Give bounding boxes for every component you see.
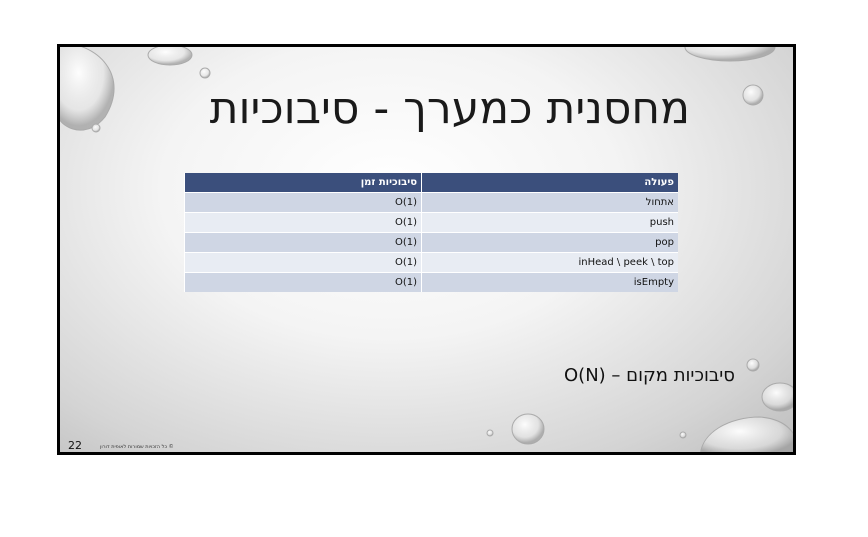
table-row: push O(1)	[184, 212, 678, 233]
drop-bottom-small	[486, 429, 494, 437]
space-complexity-text: סיבוכיות מקום – O(N)	[564, 365, 735, 386]
cell-operation: pop	[421, 232, 678, 253]
drop-right-3	[761, 382, 793, 412]
drop-right-1	[742, 84, 764, 106]
table-row: אתחול O(1)	[184, 192, 678, 213]
cell-operation: אתחול	[421, 192, 678, 213]
drop-bottom-small-2	[679, 431, 687, 439]
table-header-row: פעולה סיבוכיות זמן	[184, 173, 678, 193]
drop-top-left	[60, 47, 115, 131]
table-row: inHead \ peek \ top O(1)	[184, 252, 678, 273]
drop-top-left-small	[147, 47, 193, 66]
table-row: isEmpty O(1)	[184, 272, 678, 292]
cell-complexity: O(1)	[184, 252, 422, 273]
cell-operation: push	[421, 212, 678, 233]
cell-operation: inHead \ peek \ top	[421, 252, 678, 273]
complexity-table: פעולה סיבוכיות זמן אתחול O(1) push O(1) …	[184, 173, 678, 292]
slide: מחסנית כמערך - סיבוכיות פעולה סיבוכיות ז…	[57, 44, 796, 455]
slide-title: מחסנית כמערך - סיבוכיות	[209, 83, 690, 134]
drop-right-2	[746, 358, 760, 372]
page-number: 22	[68, 439, 82, 452]
cell-operation: isEmpty	[421, 272, 678, 292]
drop-bottom-right	[700, 416, 793, 452]
copyright-footer: © כל הזכויות שמורות לאופית דורון	[100, 444, 174, 450]
header-time-complexity: סיבוכיות זמן	[184, 173, 422, 193]
drop-small-1	[199, 67, 211, 79]
header-operation: פעולה	[421, 173, 678, 193]
drop-small-2	[91, 123, 101, 133]
cell-complexity: O(1)	[184, 212, 422, 233]
table-row: pop O(1)	[184, 232, 678, 253]
cell-complexity: O(1)	[184, 272, 422, 292]
drop-top-right	[684, 47, 776, 62]
cell-complexity: O(1)	[184, 232, 422, 253]
cell-complexity: O(1)	[184, 192, 422, 213]
drop-bottom-center	[511, 413, 545, 445]
